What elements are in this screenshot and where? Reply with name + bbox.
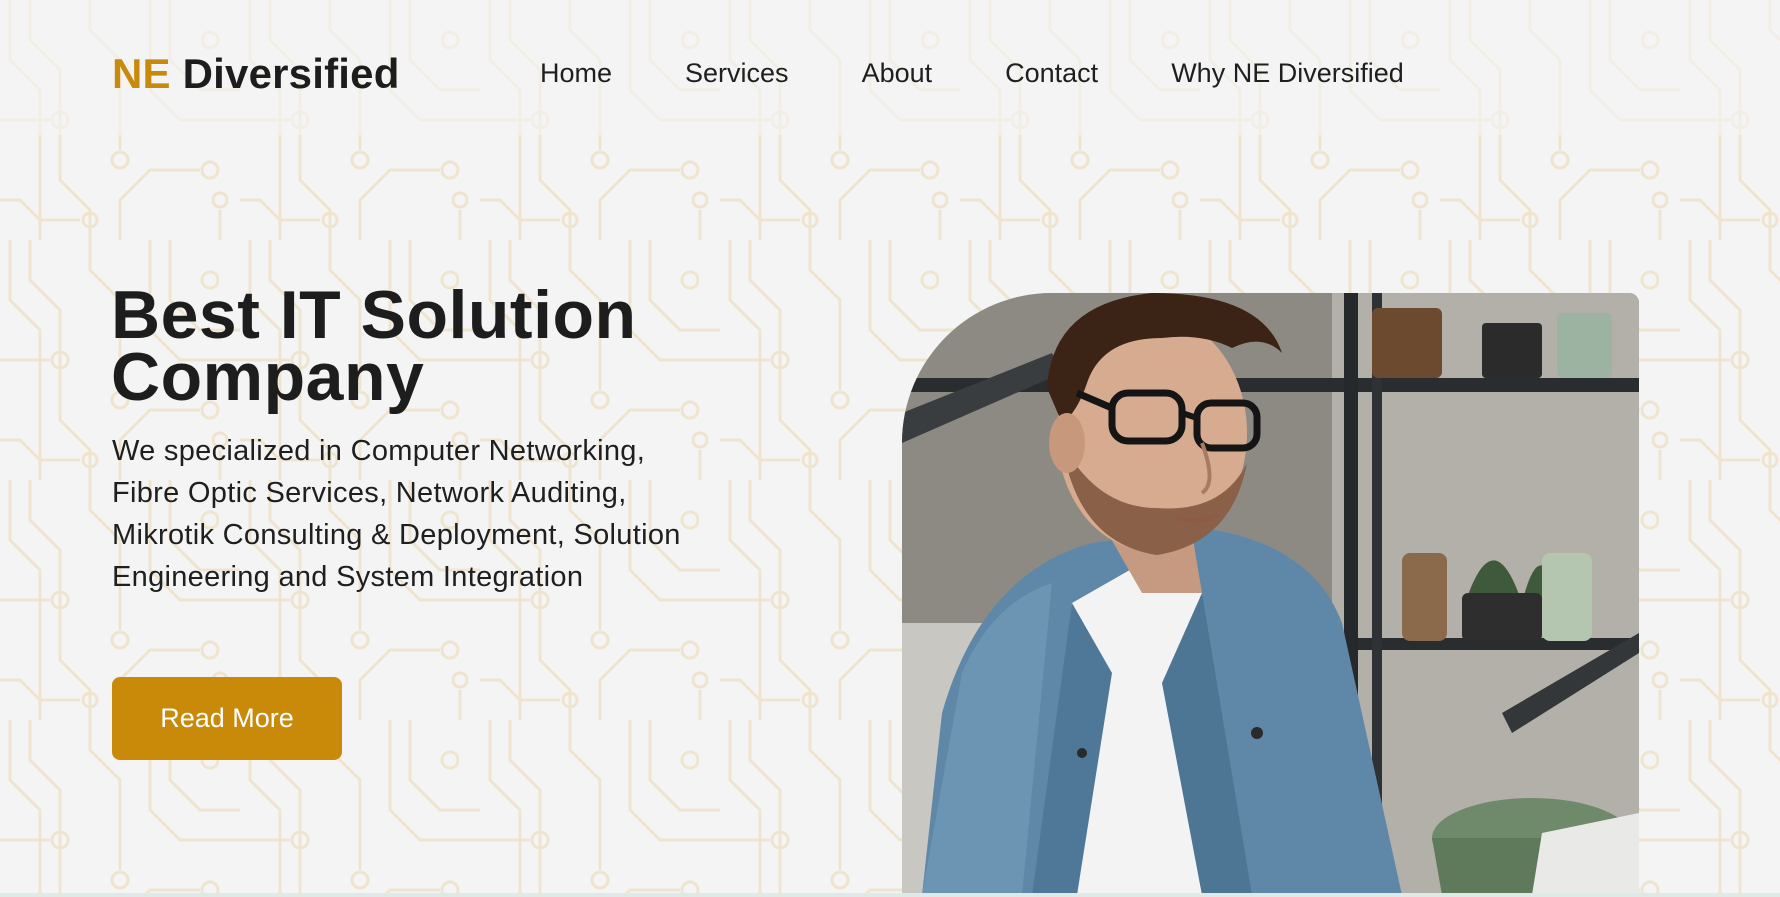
site-logo[interactable]: NE Diversified [112,50,400,98]
main-navigation: Home Services About Contact Why NE Diver… [540,58,1477,89]
bottom-divider [0,893,1780,897]
nav-about[interactable]: About [862,58,933,89]
man-at-laptop-photo [902,293,1639,895]
page: NE Diversified Home Services About Conta… [0,0,1780,897]
logo-accent-text: NE [112,50,171,97]
nav-services[interactable]: Services [685,58,789,89]
nav-home[interactable]: Home [540,58,612,89]
logo-main-text: Diversified [182,50,400,97]
nav-why-ne-diversified[interactable]: Why NE Diversified [1171,58,1404,89]
hero-title: Best IT Solution Company [111,277,637,415]
read-more-button[interactable]: Read More [112,677,342,760]
nav-contact[interactable]: Contact [1005,58,1098,89]
hero-photo [902,293,1639,895]
hero-description: We specialized in Computer Networking, F… [112,435,681,593]
